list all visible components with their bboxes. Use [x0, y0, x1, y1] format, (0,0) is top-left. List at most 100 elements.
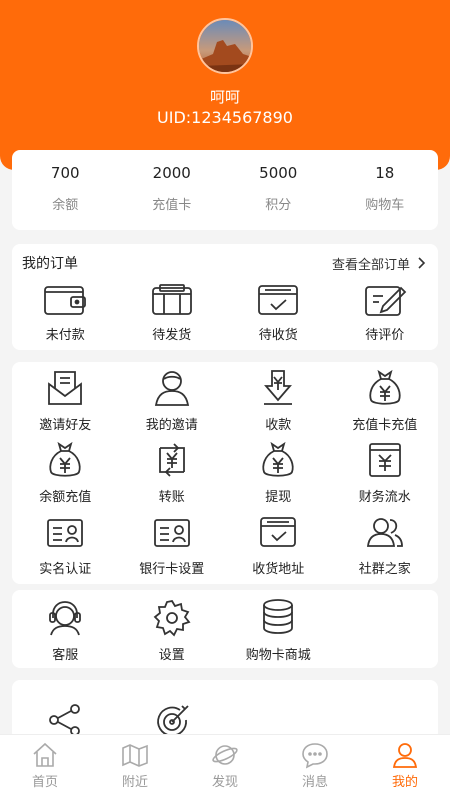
service-label: 客服: [52, 648, 79, 663]
stat-value: 700: [50, 164, 80, 182]
orders-header: 我的订单 查看全部订单: [12, 244, 438, 282]
inbox-icon: [260, 517, 297, 547]
chevron-right-icon: [418, 257, 426, 269]
headset-icon: [49, 601, 82, 636]
service-settings[interactable]: 设置: [119, 598, 226, 663]
order-label: 未付款: [45, 328, 85, 343]
stat-label: 购物车: [365, 198, 405, 213]
empty-cell: [225, 702, 332, 738]
more-card: [12, 680, 438, 740]
stat-recharge-card[interactable]: 2000 充值卡: [119, 150, 226, 230]
stat-value: 5000: [259, 164, 298, 182]
money-bag-icon: [262, 441, 294, 477]
service-label: 实名认证: [39, 562, 92, 577]
service-label: 购物卡商城: [245, 648, 311, 663]
user-icon: [392, 743, 418, 768]
inbox-icon: [258, 285, 299, 315]
tab-label: 附近: [121, 775, 148, 790]
id-card-icon: [47, 519, 84, 547]
share-icon: [49, 704, 81, 736]
edit-icon: [364, 286, 407, 316]
order-to-receive[interactable]: 待收货: [225, 282, 332, 343]
wallet-icon: [44, 286, 87, 315]
service-label: 提现: [265, 490, 292, 505]
service-label: 财务流水: [358, 490, 411, 505]
account-stats: 700 余额 2000 充值卡 5000 积分 18 购物车: [12, 150, 438, 230]
tab-nearby[interactable]: 附近: [90, 735, 180, 800]
tab-messages[interactable]: 消息: [270, 735, 360, 800]
my-orders-card: 我的订单 查看全部订单 未付款 待发货 待收货 待评价: [12, 244, 438, 350]
service-label: 收货地址: [252, 562, 305, 577]
service-community[interactable]: 社群之家: [332, 512, 439, 584]
order-unpaid[interactable]: 未付款: [12, 282, 119, 343]
service-customer-service[interactable]: 客服: [12, 598, 119, 663]
service-invite-friends[interactable]: 邀请好友: [12, 368, 119, 440]
order-to-ship[interactable]: 待发货: [119, 282, 226, 343]
service-real-name-auth[interactable]: 实名认证: [12, 512, 119, 584]
stat-points[interactable]: 5000 积分: [225, 150, 332, 230]
map-icon: [122, 744, 148, 767]
service-my-invitations[interactable]: 我的邀请: [119, 368, 226, 440]
stat-balance[interactable]: 700 余额: [12, 150, 119, 230]
stat-value: 2000: [152, 164, 191, 182]
tab-discover[interactable]: 发现: [180, 735, 270, 800]
service-withdraw[interactable]: 提现: [225, 440, 332, 512]
service-gift-card-mall[interactable]: 购物卡商城: [225, 598, 332, 663]
service-target[interactable]: [119, 702, 226, 738]
service-label: 收款: [265, 418, 292, 433]
tab-label: 发现: [211, 775, 238, 790]
username: 呵呵: [209, 88, 240, 106]
transfer-icon: [158, 443, 185, 477]
services-card: 邀请好友 我的邀请 收款 充值卡充值 余额充值 转账 提现 财务流水 实名认证 …: [12, 362, 438, 584]
service-label: 充值卡充值: [352, 418, 418, 433]
gear-icon: [153, 599, 191, 637]
coin-stack-icon: [263, 599, 294, 634]
chat-icon: [302, 743, 328, 769]
service-shipping-address[interactable]: 收货地址: [225, 512, 332, 584]
empty-cell: [332, 702, 439, 738]
service-bank-card-settings[interactable]: 银行卡设置: [119, 512, 226, 584]
order-label: 待发货: [152, 328, 192, 343]
stat-label: 积分: [265, 198, 292, 213]
ledger-icon: [368, 443, 401, 477]
service-receive-payment[interactable]: 收款: [225, 368, 332, 440]
money-bag-icon: [49, 441, 81, 477]
service-share[interactable]: [12, 702, 119, 738]
view-all-orders-link[interactable]: 查看全部订单: [332, 254, 428, 273]
service-label: 我的邀请: [145, 418, 198, 433]
avatar[interactable]: [197, 18, 253, 74]
tab-label: 我的: [391, 775, 418, 790]
order-to-review[interactable]: 待评价: [332, 282, 439, 343]
support-card: 客服 设置 购物卡商城: [12, 590, 438, 668]
order-label: 待评价: [365, 328, 405, 343]
profile-header: 呵呵 UID:1234567890: [0, 0, 450, 170]
stat-value: 18: [375, 164, 395, 182]
stat-cart[interactable]: 18 购物车: [332, 150, 439, 230]
group-icon: [366, 518, 403, 547]
empty-cell: [332, 598, 439, 663]
home-icon: [33, 742, 57, 767]
package-icon: [151, 284, 192, 315]
planet-icon: [212, 745, 238, 765]
orders-title: 我的订单: [22, 256, 78, 272]
tab-profile[interactable]: 我的: [360, 735, 450, 800]
service-card-recharge[interactable]: 充值卡充值: [332, 368, 439, 440]
money-bag-icon: [369, 369, 401, 405]
service-transactions[interactable]: 财务流水: [332, 440, 439, 512]
tab-home[interactable]: 首页: [0, 735, 90, 800]
view-all-orders-label: 查看全部订单: [331, 257, 410, 273]
service-transfer[interactable]: 转账: [119, 440, 226, 512]
user-uid: UID:1234567890: [157, 108, 293, 127]
service-label: 余额充值: [39, 490, 92, 505]
tab-label: 首页: [31, 775, 58, 790]
target-icon: [156, 705, 189, 737]
mail-invite-icon: [48, 371, 83, 405]
person-icon: [154, 371, 189, 406]
order-label: 待收货: [258, 328, 298, 343]
service-balance-recharge[interactable]: 余额充值: [12, 440, 119, 512]
stat-label: 余额: [52, 198, 79, 213]
download-yuan-icon: [264, 370, 293, 405]
id-card-icon: [153, 519, 190, 547]
service-label: 设置: [158, 648, 185, 663]
tab-label: 消息: [301, 775, 328, 790]
